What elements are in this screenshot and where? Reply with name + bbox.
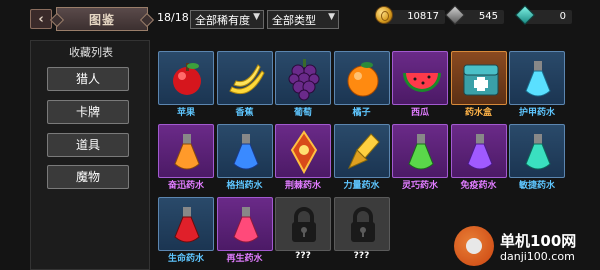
collection-count: 18/18 — [157, 11, 189, 24]
item-cell[interactable]: 橘子 — [333, 51, 390, 119]
item-cell[interactable]: ??? — [275, 197, 331, 265]
item-cell[interactable]: 药水盒 — [450, 51, 507, 119]
thorn-amulet-icon — [290, 130, 318, 174]
item-name: 药水盒 — [464, 108, 492, 118]
red-potion-icon — [174, 207, 200, 243]
back-button[interactable]: ‹ — [30, 9, 52, 29]
cyan-potion-icon — [525, 61, 551, 97]
item-tile[interactable] — [450, 124, 507, 178]
banana-icon — [228, 64, 265, 95]
item-tile[interactable] — [216, 124, 273, 178]
gold-potion-icon — [347, 133, 380, 169]
type-filter-select[interactable]: 全部类型 ▼ — [267, 10, 339, 29]
item-cell[interactable]: 敏捷药水 — [509, 124, 565, 192]
item-cell[interactable]: 荆棘药水 — [275, 124, 331, 192]
top-bar: ‹ 图鉴 18/18 全部稀有度 ▼ 全部类型 ▼ 10817 545 0 — [0, 0, 600, 36]
item-name: ??? — [295, 251, 311, 261]
orange-icon — [347, 62, 378, 97]
item-tile[interactable] — [509, 124, 565, 178]
medkit-chest-icon — [463, 64, 498, 96]
grapes-icon — [288, 59, 320, 101]
item-name: 生命药水 — [167, 254, 204, 264]
item-cell[interactable]: 护甲药水 — [509, 51, 565, 119]
item-cell[interactable]: 灵巧药水 — [392, 124, 448, 192]
watermark-url: danji100.com — [500, 250, 575, 263]
item-name: 力量药水 — [343, 181, 380, 191]
item-tile[interactable] — [216, 51, 273, 105]
sidebar-item-hunter[interactable]: 猎人 — [47, 67, 129, 91]
item-name: 香蕉 — [235, 108, 254, 118]
item-tile[interactable] — [158, 124, 214, 178]
caret-down-icon: ▼ — [328, 12, 335, 22]
item-cell[interactable]: 苹果 — [158, 51, 214, 119]
item-name: 荆棘药水 — [284, 181, 321, 191]
type-filter-value: 全部类型 — [272, 14, 316, 27]
gold-coin-icon — [375, 6, 393, 24]
item-cell[interactable]: 再生药水 — [216, 197, 273, 265]
pink-potion-icon — [232, 207, 259, 243]
chevron-left-icon: ‹ — [38, 11, 44, 27]
item-tile[interactable] — [392, 51, 448, 105]
item-tile[interactable] — [216, 197, 273, 251]
item-cell[interactable]: 格挡药水 — [216, 124, 273, 192]
item-name: 护甲药水 — [518, 108, 555, 118]
item-name: 奋迅药水 — [167, 181, 204, 191]
item-tile[interactable] — [392, 124, 448, 178]
item-name: 再生药水 — [226, 254, 263, 264]
item-cell[interactable]: 力量药水 — [333, 124, 390, 192]
item-cell[interactable]: 免疫药水 — [450, 124, 507, 192]
sidebar-item-monsters[interactable]: 魔物 — [47, 165, 129, 189]
item-name: 苹果 — [176, 108, 195, 118]
teal-potion-icon — [525, 134, 551, 170]
item-tile[interactable] — [450, 51, 507, 105]
watermark-site-name: 单机100网 — [500, 232, 577, 250]
green-potion-icon — [408, 134, 434, 170]
lock-icon — [350, 207, 375, 242]
item-tile[interactable] — [158, 51, 214, 105]
item-tile[interactable] — [333, 124, 390, 178]
item-name: 西瓜 — [410, 108, 429, 118]
item-cell[interactable]: 西瓜 — [392, 51, 448, 119]
rarity-filter-value: 全部稀有度 — [195, 14, 250, 27]
item-name: 橘子 — [352, 108, 371, 118]
watermark-logo — [454, 226, 494, 266]
orange-potion-icon — [174, 134, 200, 170]
lock-icon — [292, 207, 316, 242]
item-tile[interactable] — [275, 197, 331, 251]
sidebar-item-cards[interactable]: 卡牌 — [47, 100, 129, 124]
item-grid: 苹果 香蕉 葡萄 橘子 西瓜 药水盒 护甲药水奋迅药水 格挡药水 荆棘药水 力量药水 灵巧药水 免疫药… — [154, 40, 565, 270]
item-name: ??? — [353, 251, 370, 261]
caret-down-icon: ▼ — [253, 12, 260, 22]
item-tile[interactable] — [333, 51, 390, 105]
watermelon-icon — [403, 73, 441, 92]
item-cell[interactable]: ??? — [333, 197, 390, 265]
apple-icon — [173, 63, 201, 95]
item-name: 免疫药水 — [460, 181, 497, 191]
item-tile[interactable] — [275, 51, 331, 105]
item-tile[interactable] — [158, 197, 214, 251]
item-tile[interactable] — [333, 197, 390, 251]
item-cell[interactable]: 香蕉 — [216, 51, 273, 119]
item-cell[interactable]: 葡萄 — [275, 51, 331, 119]
sidebar-title: 收藏列表 — [69, 46, 113, 59]
item-tile[interactable] — [509, 51, 565, 105]
item-cell[interactable]: 生命药水 — [158, 197, 214, 265]
item-name: 敏捷药水 — [518, 181, 555, 191]
item-tile[interactable] — [275, 124, 331, 178]
item-name: 葡萄 — [293, 108, 312, 118]
blue-potion-icon — [232, 134, 259, 170]
gold-currency: 10817 — [375, 6, 445, 26]
teal-gem-currency: 0 — [515, 5, 572, 26]
item-name: 格挡药水 — [226, 181, 263, 191]
violet-potion-icon — [466, 134, 493, 170]
item-cell[interactable]: 奋迅药水 — [158, 124, 214, 192]
item-name: 灵巧药水 — [401, 181, 438, 191]
rarity-filter-select[interactable]: 全部稀有度 ▼ — [190, 10, 264, 29]
gray-gem-currency: 545 — [445, 5, 504, 26]
sidebar-item-items[interactable]: 道具 — [47, 133, 129, 157]
page-title: 图鉴 — [56, 7, 148, 31]
collection-sidebar: 收藏列表 猎人 卡牌 道具 魔物 — [30, 40, 150, 270]
